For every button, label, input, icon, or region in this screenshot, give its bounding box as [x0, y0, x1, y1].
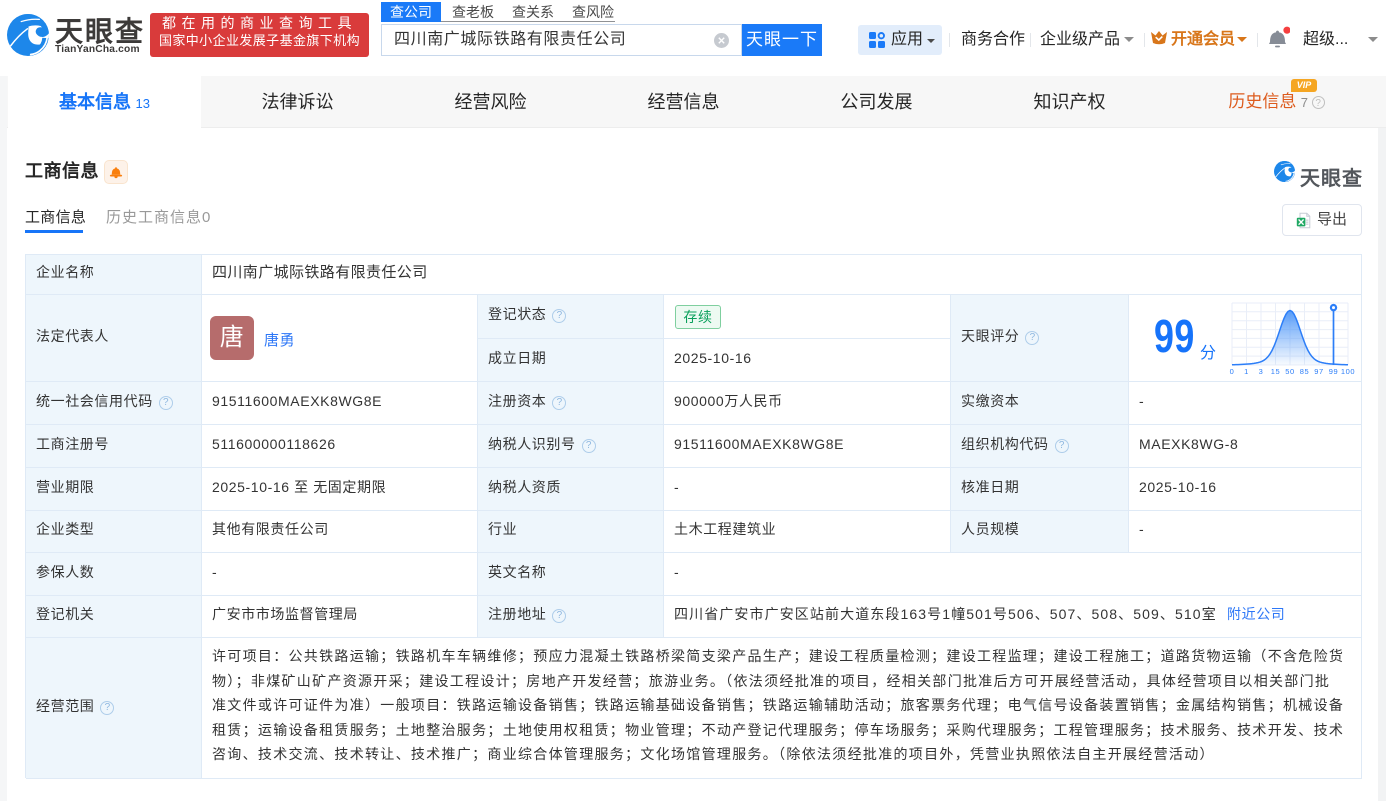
svg-text:100: 100	[1341, 367, 1355, 376]
svg-text:0: 0	[1230, 367, 1235, 376]
svg-text:15: 15	[1271, 367, 1281, 376]
svg-text:1: 1	[1244, 367, 1249, 376]
svg-text:3: 3	[1259, 367, 1264, 376]
svg-text:97: 97	[1314, 367, 1324, 376]
svg-text:99: 99	[1329, 367, 1339, 376]
svg-text:85: 85	[1300, 367, 1310, 376]
svg-text:50: 50	[1285, 367, 1295, 376]
